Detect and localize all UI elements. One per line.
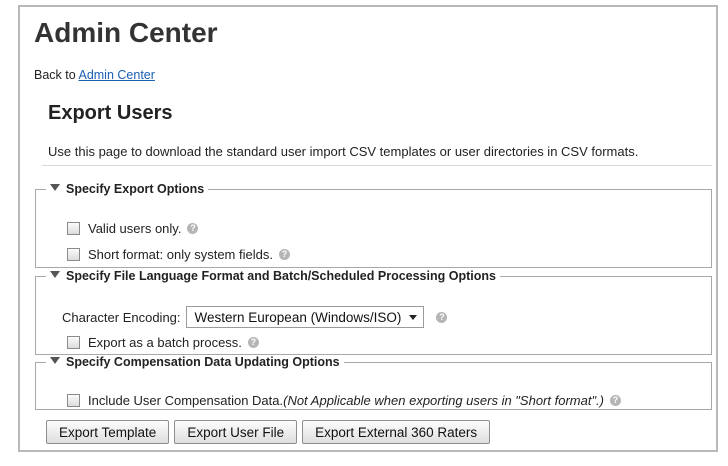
batch-process-row: Export as a batch process. ? [67, 335, 259, 350]
export-options-legend-text: Specify Export Options [66, 182, 205, 196]
batch-process-label: Export as a batch process. [88, 335, 242, 350]
help-icon[interactable]: ? [187, 223, 199, 234]
valid-users-row: Valid users only. ? [67, 221, 199, 236]
export-options-section: Specify Export Options Valid users only.… [35, 182, 712, 268]
language-format-legend[interactable]: Specify File Language Format and Batch/S… [46, 269, 500, 283]
language-format-section: Specify File Language Format and Batch/S… [35, 269, 712, 355]
back-link-prefix: Back to [34, 68, 76, 82]
export-user-file-button[interactable]: Export User File [174, 420, 298, 444]
valid-users-checkbox[interactable] [67, 222, 80, 235]
compensation-section: Specify Compensation Data Updating Optio… [35, 355, 712, 410]
encoding-selected-value: Western European (Windows/ISO) [194, 309, 402, 325]
short-format-label: Short format: only system fields. [88, 247, 273, 262]
app-title: Admin Center [34, 17, 218, 48]
export-template-button[interactable]: Export Template [46, 420, 170, 444]
help-icon[interactable]: ? [610, 395, 622, 406]
triangle-down-icon[interactable] [50, 184, 60, 192]
help-icon[interactable]: ? [278, 249, 290, 260]
help-icon[interactable]: ? [247, 337, 259, 348]
admin-center-link[interactable]: Admin Center [78, 68, 154, 82]
compensation-legend-text: Specify Compensation Data Updating Optio… [66, 355, 340, 369]
encoding-label: Character Encoding: [62, 309, 181, 325]
compensation-row: Include User Compensation Data. (Not App… [67, 393, 622, 408]
admin-panel: Admin Center Back to Admin Center Export… [18, 5, 718, 452]
export-options-legend[interactable]: Specify Export Options [46, 182, 208, 196]
valid-users-label: Valid users only. [88, 221, 182, 236]
action-buttons: Export Template Export User File Export … [46, 420, 491, 444]
batch-process-checkbox[interactable] [67, 336, 80, 349]
include-compensation-label: Include User Compensation Data. [88, 393, 284, 408]
short-format-checkbox[interactable] [67, 248, 80, 261]
triangle-down-icon[interactable] [50, 357, 60, 365]
page-description: Use this page to download the standard u… [48, 144, 639, 159]
page-title: Export Users [48, 102, 173, 124]
chevron-down-icon[interactable] [409, 314, 418, 320]
include-compensation-checkbox[interactable] [67, 394, 80, 407]
compensation-note: (Not Applicable when exporting users in … [283, 393, 605, 408]
help-icon[interactable]: ? [436, 311, 448, 323]
description-box: Use this page to download the standard u… [42, 138, 712, 166]
language-format-legend-text: Specify File Language Format and Batch/S… [66, 269, 496, 283]
export-360-raters-button[interactable]: Export External 360 Raters [302, 420, 491, 444]
encoding-row: Character Encoding: Western European (Wi… [62, 306, 448, 328]
short-format-row: Short format: only system fields. ? [67, 247, 290, 262]
triangle-down-icon[interactable] [50, 271, 60, 279]
compensation-legend[interactable]: Specify Compensation Data Updating Optio… [46, 355, 344, 369]
back-link-line: Back to Admin Center [34, 68, 155, 82]
encoding-select[interactable]: Western European (Windows/ISO) [185, 306, 425, 328]
